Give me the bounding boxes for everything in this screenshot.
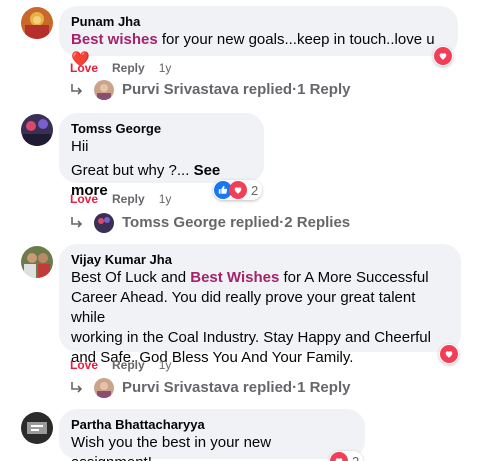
- comment-text: Best Of Luck and Best Wishes for A More …: [71, 269, 429, 286]
- comment-text: Hii: [71, 138, 89, 155]
- replies-link[interactable]: Purvi Srivastava replied · 1 Reply: [70, 80, 350, 100]
- comment-bubble-partha: Partha Bhattacharyya Wish you the best i…: [59, 409, 365, 461]
- highlighted-text[interactable]: Best Wishes: [190, 269, 279, 286]
- highlighted-text[interactable]: Best wishes: [71, 31, 158, 48]
- comment-bubble-vijay: Vijay Kumar Jha Best Of Luck and Best Wi…: [59, 244, 461, 366]
- avatar-partha-bhattacharyya[interactable]: [21, 412, 53, 444]
- comment-author[interactable]: Tomss George: [71, 121, 252, 137]
- comment-actions: Love Reply 1y: [70, 357, 171, 373]
- heart-icon: [434, 47, 452, 65]
- timestamp[interactable]: 1y: [159, 191, 172, 207]
- reply-button[interactable]: Reply: [112, 60, 145, 76]
- reaction-badge[interactable]: 2: [329, 451, 364, 461]
- comment-actions: Love Reply 1y: [70, 60, 171, 76]
- reaction-count: 2: [251, 182, 259, 198]
- reply-button[interactable]: Reply: [112, 191, 145, 207]
- comment-author[interactable]: Partha Bhattacharyya: [71, 417, 353, 433]
- reaction-count: 2: [352, 453, 360, 461]
- reaction-badge[interactable]: [439, 344, 459, 364]
- avatar-purvi: [94, 378, 114, 398]
- replies-link[interactable]: Tomss George replied · 2 Replies: [70, 213, 350, 233]
- avatar-purvi: [94, 80, 114, 100]
- reply-button[interactable]: Reply: [112, 357, 145, 373]
- avatar-tomss-george-small: [94, 213, 114, 233]
- love-button[interactable]: Love: [70, 60, 98, 76]
- heart-icon: [229, 181, 247, 199]
- replies-link[interactable]: Purvi Srivastava replied · 1 Reply: [70, 378, 350, 398]
- reply-arrow-icon: [71, 217, 83, 228]
- timestamp[interactable]: 1y: [159, 357, 172, 373]
- comment-text: Career Ahead. You did really prove your …: [71, 289, 416, 326]
- comment-actions: Love Reply 1y: [70, 191, 171, 207]
- comment-text: Wish you the best in your new assignment…: [71, 434, 272, 461]
- comment-bubble-tomss: Tomss George Hii Great but why ?... See …: [59, 113, 264, 199]
- avatar-tomss-george[interactable]: [21, 114, 53, 146]
- comment-text: working in the Coal Industry. Stay Happy…: [71, 329, 431, 346]
- comment-author[interactable]: Vijay Kumar Jha: [71, 252, 449, 268]
- comment-author[interactable]: Punam Jha: [71, 14, 446, 30]
- avatar-vijay-kumar-jha[interactable]: [21, 246, 53, 278]
- timestamp[interactable]: 1y: [159, 60, 172, 76]
- love-button[interactable]: Love: [70, 191, 98, 207]
- heart-icon: [330, 452, 348, 461]
- reply-arrow-icon: [71, 84, 83, 95]
- reply-arrow-icon: [71, 382, 83, 393]
- reaction-badge[interactable]: [433, 46, 453, 66]
- avatar-punam-jha[interactable]: [21, 7, 53, 39]
- heart-icon: [440, 345, 458, 363]
- reaction-badge[interactable]: 2: [213, 180, 263, 200]
- love-button[interactable]: Love: [70, 357, 98, 373]
- comment-bubble-punam: Punam Jha Best wishes for your new goals…: [59, 6, 458, 68]
